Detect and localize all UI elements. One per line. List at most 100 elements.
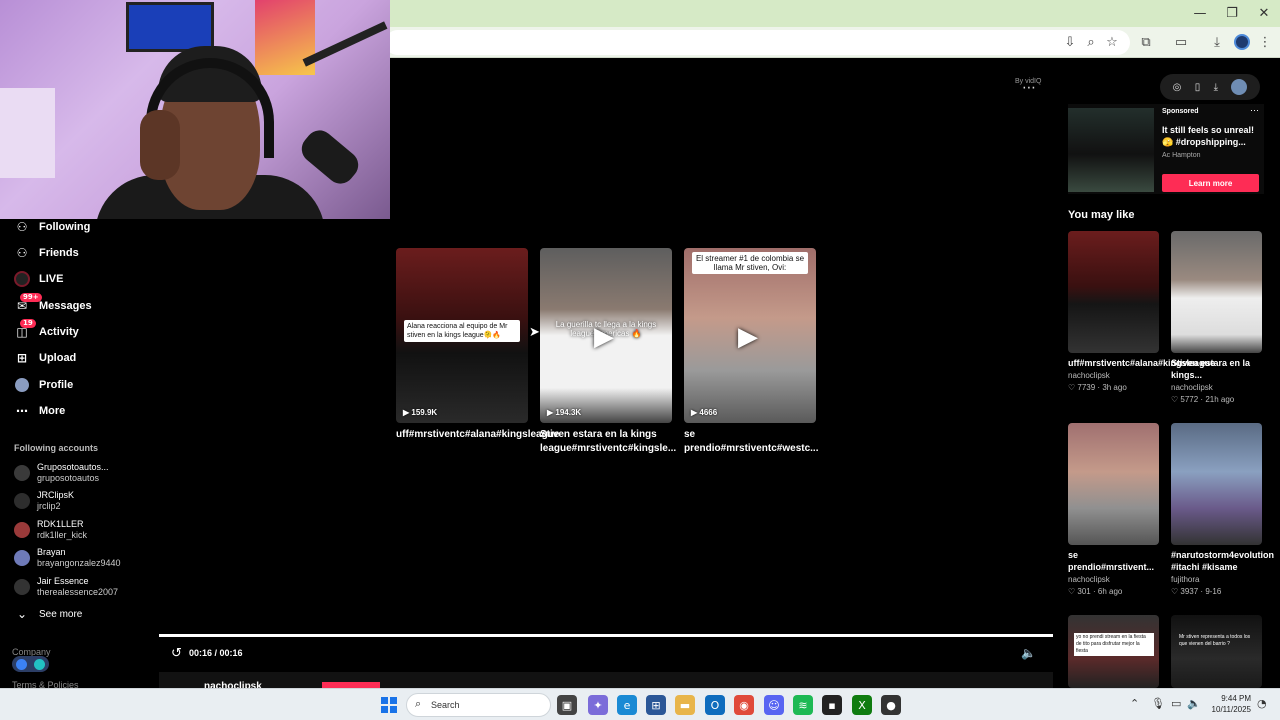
sidebar-item-friends[interactable]: ⚇ Friends: [14, 243, 79, 263]
xbox-icon[interactable]: X: [852, 695, 872, 715]
ad-author: Ac Hampton: [1162, 152, 1201, 159]
sidebar-item-messages[interactable]: ✉ 99+ Messages: [14, 293, 92, 316]
recommended-thumbnail[interactable]: Mr stiven representa a todos los que vie…: [1171, 615, 1262, 688]
chevron-down-icon: ⌄: [16, 607, 28, 621]
recommended-title[interactable]: Stiven estara en la kings...: [1171, 357, 1265, 381]
notification-icon[interactable]: ◔: [1257, 697, 1267, 710]
zoom-icon[interactable]: ⌕: [1081, 32, 1101, 52]
maximize-button[interactable]: ❐: [1216, 0, 1248, 27]
sidebar-item-activity[interactable]: ◫ 19 Activity: [14, 319, 79, 342]
sidebar-item-following[interactable]: ⚇ Following: [14, 217, 91, 237]
video-progress-bar[interactable]: [159, 634, 1053, 637]
discord-icon[interactable]: ☺: [764, 695, 784, 715]
extensions-icon[interactable]: ⧉: [1136, 32, 1156, 52]
file-explorer-icon[interactable]: ▬: [675, 695, 695, 715]
minimize-button[interactable]: —: [1184, 0, 1216, 27]
copilot-icon[interactable]: ✦: [588, 695, 608, 715]
recommended-thumbnail[interactable]: [1068, 423, 1159, 545]
task-view-icon[interactable]: ▣: [557, 695, 577, 715]
recommended-author[interactable]: nachoclipsk: [1068, 575, 1159, 584]
microphone-icon[interactable]: 🎙: [1151, 697, 1165, 710]
replay-icon[interactable]: ↺: [171, 646, 182, 661]
profile-icon[interactable]: [1234, 34, 1250, 50]
recommended-thumbnail[interactable]: [1068, 231, 1159, 353]
video-card[interactable]: La guerilla tc llega a la kings league A…: [540, 248, 676, 456]
edge-icon[interactable]: e: [617, 695, 637, 715]
menu-icon[interactable]: ⋮: [1255, 32, 1275, 52]
cast-icon[interactable]: ▭: [1171, 32, 1191, 52]
sidebar-item-live[interactable]: LIVE: [14, 269, 63, 289]
store-icon[interactable]: ⊞: [646, 695, 666, 715]
vidiq-toolbar: ◎ ▯ ⤓: [1160, 74, 1260, 100]
webcam-background: [126, 2, 214, 52]
recommended-card[interactable]: yo no prendi stream en la fiesta de tito…: [1068, 615, 1159, 688]
recommended-card[interactable]: se prendio#mrstivent... nachoclipsk ♡ 30…: [1068, 423, 1159, 596]
spotify-icon[interactable]: ≋: [793, 695, 813, 715]
account-item[interactable]: Jair Essence therealessence2007: [14, 575, 144, 599]
video-thumbnail[interactable]: La guerilla tc llega a la kings league A…: [540, 248, 672, 423]
chrome-icon[interactable]: ◉: [734, 695, 754, 715]
phone-icon[interactable]: ▯: [1195, 82, 1201, 93]
account-item[interactable]: JRClipsK jrclip2: [14, 489, 144, 513]
ad-more-icon[interactable]: ⋯: [1250, 105, 1259, 116]
recommended-card[interactable]: Mr stiven representa a todos los que vie…: [1171, 615, 1262, 688]
recommended-author[interactable]: nachoclipsk: [1068, 371, 1159, 380]
see-more-button[interactable]: ⌄ See more: [14, 604, 82, 624]
video-card[interactable]: El streamer #1 de colombia se llama Mr s…: [684, 248, 819, 456]
video-thumbnail[interactable]: Alana reacciona al equipo de Mr stiven e…: [396, 248, 528, 423]
learn-more-button[interactable]: Learn more: [1162, 174, 1259, 192]
sidebar-item-label: Friends: [39, 247, 79, 259]
recommended-title[interactable]: uff#mrstiventc#alana#kingsleague: [1068, 357, 1215, 369]
avatar[interactable]: [1231, 79, 1248, 95]
sidebar-item-upload[interactable]: ⊞ Upload: [14, 348, 76, 368]
download-icon[interactable]: ⤓: [1214, 82, 1218, 93]
recommended-author[interactable]: fujithora: [1171, 575, 1262, 584]
download-icon[interactable]: ⤓: [1207, 32, 1227, 52]
recommended-title[interactable]: se prendio#mrstivent...: [1068, 549, 1162, 573]
recommended-card[interactable]: #narutostorm4evolution #itachi #kisame f…: [1171, 423, 1274, 596]
chevron-up-icon[interactable]: ⌃: [1130, 697, 1139, 710]
messages-icon: ✉ 99+: [14, 293, 42, 314]
recommended-author[interactable]: nachoclipsk: [1171, 383, 1262, 392]
see-more-label: See more: [39, 608, 83, 620]
avatar: [14, 550, 30, 566]
volume-icon[interactable]: 🔈: [1021, 646, 1036, 660]
avatar: [14, 522, 30, 538]
sidebar-item-profile[interactable]: Profile: [14, 375, 73, 395]
account-item[interactable]: Brayan brayangonzalez9440: [14, 546, 144, 570]
sidebar-item-label: More: [39, 405, 66, 417]
video-title[interactable]: se prendio#mrstiventc#westc...: [684, 428, 819, 456]
windows-start-icon[interactable]: [381, 697, 397, 713]
recommended-thumbnail[interactable]: [1171, 231, 1262, 353]
video-title[interactable]: uff#mrstiventc#alana#kingsleague: [396, 428, 559, 442]
more-options-icon[interactable]: ⋯: [1022, 80, 1036, 96]
sponsored-ad[interactable]: Sponsored ⋯ It still feels so unreal! 🫣 …: [1068, 104, 1264, 194]
recommended-card[interactable]: uff#mrstiventc#alana#kingsleague nachocl…: [1068, 231, 1215, 392]
more-icon: ⋯: [16, 404, 28, 418]
outlook-icon[interactable]: O: [705, 695, 725, 715]
address-bar[interactable]: [385, 30, 1130, 55]
terminal-icon[interactable]: ▪: [822, 695, 842, 715]
recommended-thumbnail[interactable]: [1171, 423, 1262, 545]
close-window-button[interactable]: ✕: [1248, 0, 1280, 27]
ad-thumbnail[interactable]: [1068, 108, 1154, 192]
volume-tray-icon[interactable]: 🔈: [1187, 697, 1201, 710]
obs-icon[interactable]: ●: [881, 695, 901, 715]
star-icon[interactable]: ☆: [1102, 32, 1122, 52]
account-item[interactable]: RDK1LLER rdk1ller_kick: [14, 518, 144, 542]
sidebar-item-more[interactable]: ⋯ More: [14, 401, 65, 421]
video-thumbnail[interactable]: El streamer #1 de colombia se llama Mr s…: [684, 248, 816, 423]
play-icon: ▶: [594, 322, 614, 352]
install-icon[interactable]: ⇩: [1060, 32, 1080, 52]
extension-pill[interactable]: [12, 656, 49, 672]
video-card[interactable]: Alana reacciona al equipo de Mr stiven e…: [396, 248, 559, 442]
recommended-title[interactable]: #narutostorm4evolution #itachi #kisame: [1171, 549, 1274, 573]
recommended-thumbnail[interactable]: yo no prendi stream en la fiesta de tito…: [1068, 615, 1159, 688]
system-clock[interactable]: 9:44 PM 10/11/2025: [1205, 693, 1251, 715]
network-icon[interactable]: ▭: [1171, 697, 1181, 710]
compass-icon[interactable]: ◎: [1173, 82, 1182, 93]
taskbar-search[interactable]: ⌕ Search: [406, 693, 551, 717]
account-item[interactable]: Gruposotoautos... gruposotoautos: [14, 461, 144, 485]
recommended-card[interactable]: Stiven estara en la kings... nachoclipsk…: [1171, 231, 1262, 404]
video-title[interactable]: Stiven estara en la kings league#mrstive…: [540, 428, 676, 456]
